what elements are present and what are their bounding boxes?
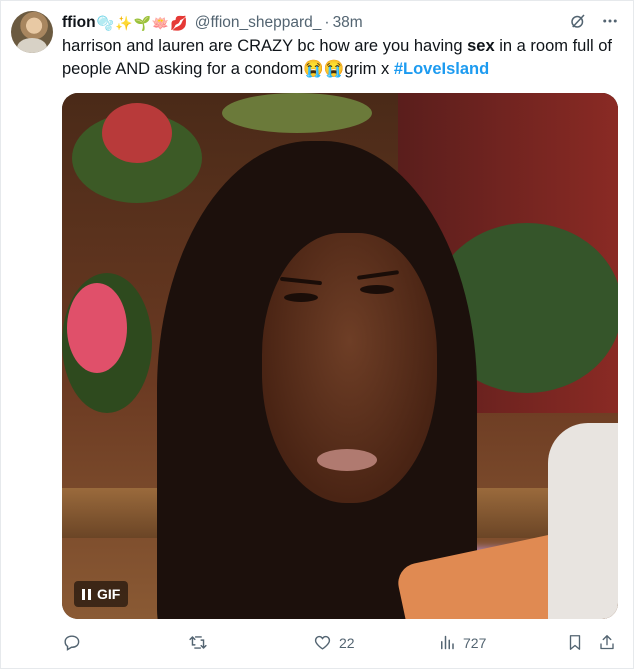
media-eye [284,293,318,302]
separator: · [324,14,330,31]
retweet-button[interactable] [188,633,215,652]
media-eye [360,285,394,294]
action-bar: 22 727 [62,633,622,657]
bookmark-icon [566,633,584,652]
hashtag-link[interactable]: #LoveIsland [394,60,489,78]
author-name-emojis: 🫧✨🌱🪷💋 [96,14,189,31]
media-flower [102,103,172,163]
author-name[interactable]: ffion [62,14,96,32]
share-button[interactable] [598,633,616,652]
tweet-header: ffion 🫧✨🌱🪷💋 @ffion_sheppard_ · 38m [62,13,363,33]
tweet-text: harrison and lauren are CRAZY bc how are… [62,35,622,81]
like-icon [313,633,332,652]
reply-button[interactable] [62,633,88,652]
views-count: 727 [463,634,487,651]
tweet-emojis: 😭😭 [303,60,345,78]
share-icon [598,633,616,652]
timestamp[interactable]: 38m [333,14,363,32]
media-lips [317,449,377,471]
like-button[interactable]: 22 [313,633,355,652]
avatar[interactable] [11,11,53,53]
avatar-image [17,38,47,53]
grok-icon[interactable] [569,12,587,30]
reply-icon [62,633,81,652]
tweet-text-bold: sex [467,37,495,55]
tweet-text-part: harrison and lauren are CRAZY bc how are… [62,37,468,55]
author-handle[interactable]: @ffion_sheppard_ [195,14,322,32]
like-count: 22 [339,634,355,651]
gif-media[interactable]: GIF [62,93,618,619]
bookmark-button[interactable] [566,633,584,652]
gif-label: GIF [97,586,121,602]
tweet-card: ffion 🫧✨🌱🪷💋 @ffion_sheppard_ · 38m harri… [0,0,634,669]
gif-badge[interactable]: GIF [74,581,129,607]
media-flower [67,283,127,373]
top-actions [569,12,619,30]
views-button[interactable]: 727 [438,633,486,652]
retweet-icon [188,633,208,652]
media-foliage [222,93,372,133]
pause-icon[interactable] [82,588,91,600]
tweet-text-part: grim x [344,60,394,78]
more-icon[interactable] [601,12,619,30]
media-shirt [548,423,618,619]
views-icon [438,633,456,652]
